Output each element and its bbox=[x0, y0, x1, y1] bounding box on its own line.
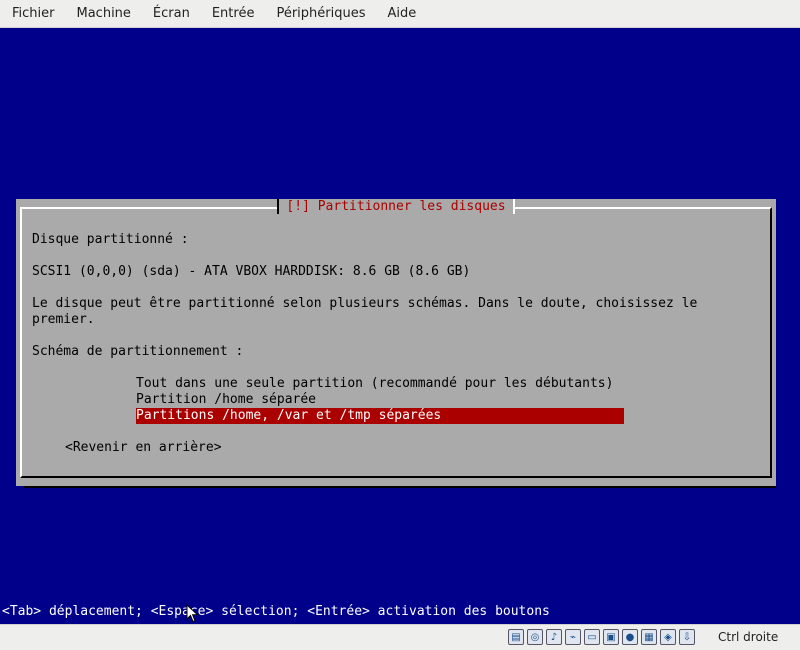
menu-ecran[interactable]: Écran bbox=[142, 0, 201, 27]
mouse-pointer-icon bbox=[186, 604, 199, 623]
guest-console: [!] Partitionner les disques Disque part… bbox=[0, 28, 800, 624]
usb-icon[interactable]: ⌁ bbox=[565, 629, 581, 645]
help-line: <Tab> déplacement; <Espace> sélection; <… bbox=[2, 604, 550, 619]
hard-disk-icon[interactable]: ▤ bbox=[508, 629, 524, 645]
description-line-1: Le disque peut être partitionné selon pl… bbox=[32, 296, 698, 311]
display-icon[interactable]: ▣ bbox=[603, 629, 619, 645]
partition-dialog: [!] Partitionner les disques Disque part… bbox=[16, 199, 776, 486]
disk-label: Disque partitionné : bbox=[32, 232, 189, 247]
network-icon[interactable]: ◈ bbox=[660, 629, 676, 645]
menu-machine[interactable]: Machine bbox=[66, 0, 142, 27]
description-line-2: premier. bbox=[32, 312, 95, 327]
audio-icon[interactable]: ♪ bbox=[546, 629, 562, 645]
mouse-integration-icon[interactable]: ⇩ bbox=[679, 629, 695, 645]
option-separate-home[interactable]: Partition /home séparée bbox=[136, 392, 316, 408]
disk-value: SCSI1 (0,0,0) (sda) - ATA VBOX HARDDISK:… bbox=[32, 264, 471, 279]
host-menubar: Fichier Machine Écran Entrée Périphériqu… bbox=[0, 0, 800, 28]
video-capture-icon[interactable]: ● bbox=[622, 629, 638, 645]
menu-peripheriques[interactable]: Périphériques bbox=[265, 0, 376, 27]
host-statusbar: ▤ ◎ ♪ ⌁ ▭ ▣ ● ▦ ◈ ⇩ Ctrl droite bbox=[0, 624, 800, 650]
menu-fichier[interactable]: Fichier bbox=[0, 0, 66, 27]
optical-drive-icon[interactable]: ◎ bbox=[527, 629, 543, 645]
back-button[interactable]: <Revenir en arrière> bbox=[65, 440, 222, 455]
menu-entree[interactable]: Entrée bbox=[201, 0, 266, 27]
host-key-label: Ctrl droite bbox=[718, 630, 779, 644]
cpu-icon[interactable]: ▦ bbox=[641, 629, 657, 645]
device-icons: ▤ ◎ ♪ ⌁ ▭ ▣ ● ▦ ◈ ⇩ bbox=[508, 629, 695, 645]
option-separate-home-var-tmp[interactable]: Partitions /home, /var et /tmp séparées bbox=[136, 408, 624, 424]
menu-aide[interactable]: Aide bbox=[377, 0, 428, 27]
shared-folders-icon[interactable]: ▭ bbox=[584, 629, 600, 645]
option-single-partition[interactable]: Tout dans une seule partition (recommand… bbox=[136, 376, 613, 392]
dialog-title: [!] Partitionner les disques bbox=[16, 199, 776, 215]
scheme-label: Schéma de partitionnement : bbox=[32, 344, 244, 359]
